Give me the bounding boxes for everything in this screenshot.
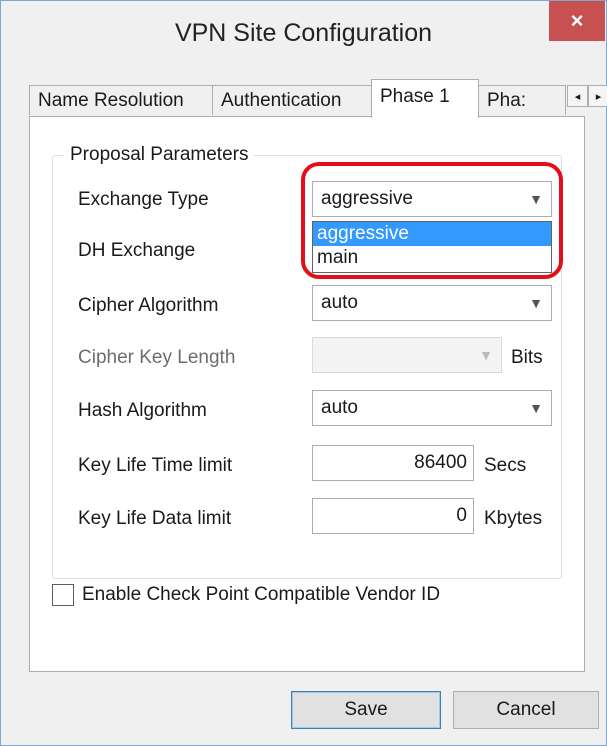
arrow-left-icon: ◂: [574, 90, 581, 103]
close-icon: ×: [570, 8, 584, 33]
chevron-down-icon: ▼: [479, 347, 493, 363]
tab-name-resolution[interactable]: Name Resolution: [29, 85, 213, 115]
hash-algorithm-value: auto: [321, 397, 358, 418]
arrow-right-icon: ▸: [595, 90, 602, 103]
exchange-type-label: Exchange Type: [78, 189, 209, 210]
vendor-id-checkbox-label: Enable Check Point Compatible Vendor ID: [82, 584, 441, 605]
exchange-type-select[interactable]: aggressive ▼: [312, 181, 552, 217]
key-life-data-input[interactable]: 0: [312, 498, 474, 534]
tab-strip: Name Resolution Authentication Phase 1 P…: [29, 79, 607, 118]
dh-exchange-label: DH Exchange: [78, 240, 196, 261]
save-button[interactable]: Save: [291, 691, 441, 729]
tab-panel-phase-1: Proposal Parameters Exchange Type aggres…: [29, 116, 585, 672]
tab-phase-2[interactable]: Pha:: [478, 85, 566, 115]
cipher-key-length-label: Cipher Key Length: [78, 347, 236, 368]
secs-unit-label: Secs: [484, 455, 527, 476]
cipher-key-length-select[interactable]: ▼: [312, 337, 502, 373]
vendor-id-checkbox-row[interactable]: Enable Check Point Compatible Vendor ID: [52, 582, 440, 608]
kbytes-unit-label: Kbytes: [484, 508, 543, 529]
scroll-left-button[interactable]: ◂: [567, 85, 588, 107]
exchange-type-dropdown-list: aggressive main: [312, 221, 552, 273]
vendor-id-checkbox[interactable]: [52, 584, 74, 606]
cancel-button[interactable]: Cancel: [453, 691, 599, 729]
cipher-algorithm-select[interactable]: auto ▼: [312, 285, 552, 321]
group-legend: Proposal Parameters: [64, 144, 255, 166]
hash-algorithm-select[interactable]: auto ▼: [312, 390, 552, 426]
tab-phase-1[interactable]: Phase 1: [371, 79, 479, 118]
chevron-down-icon: ▼: [529, 400, 543, 416]
title-bar[interactable]: VPN Site Configuration ×: [1, 1, 606, 65]
key-life-time-label: Key Life Time limit: [78, 455, 233, 476]
key-life-data-label: Key Life Data limit: [78, 508, 232, 529]
key-life-time-input[interactable]: 86400: [312, 445, 474, 481]
bits-unit-label: Bits: [511, 347, 543, 368]
cipher-algorithm-label: Cipher Algorithm: [78, 295, 219, 316]
chevron-down-icon: ▼: [529, 191, 543, 207]
chevron-down-icon: ▼: [529, 295, 543, 311]
dropdown-option-main[interactable]: main: [313, 246, 551, 270]
tab-scroll-buttons: ◂ ▸: [567, 85, 607, 107]
window-title: VPN Site Configuration: [174, 19, 433, 47]
dialog-window: VPN Site Configuration × Name Resolution…: [0, 0, 607, 746]
cipher-algorithm-value: auto: [321, 292, 358, 313]
scroll-right-button[interactable]: ▸: [588, 85, 607, 107]
exchange-type-value: aggressive: [321, 188, 413, 209]
dropdown-option-aggressive[interactable]: aggressive: [313, 222, 551, 246]
hash-algorithm-label: Hash Algorithm: [78, 400, 207, 421]
tab-authentication[interactable]: Authentication: [212, 85, 372, 115]
close-button[interactable]: ×: [549, 1, 605, 41]
